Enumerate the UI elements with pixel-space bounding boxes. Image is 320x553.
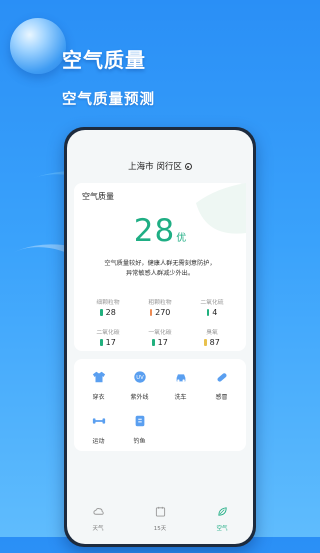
aqi-value: 28 bbox=[133, 213, 176, 249]
pollutant-item: 臭氧 87 bbox=[188, 327, 236, 347]
pollutant-value: 28 bbox=[105, 308, 116, 317]
fishing-icon bbox=[135, 415, 144, 427]
promo-subline: 空气质量预测 bbox=[62, 92, 155, 108]
level-bar bbox=[149, 309, 153, 316]
uv-icon: UV bbox=[133, 371, 146, 383]
advice-line: 异常敏感人群减少外出。 bbox=[125, 270, 195, 277]
pollutant-name: 二氧化硫 bbox=[200, 300, 224, 306]
clothes-icon bbox=[92, 371, 105, 383]
bottom-tab-bar: 天气 15天 空气 bbox=[67, 502, 253, 532]
pollutant-grid: 细颗粒物 28 粗颗粒物 270 二氧化硫 4 二氧化碳 17 一氧化碳 17 … bbox=[84, 297, 236, 347]
card-title: 空气质量 bbox=[82, 192, 114, 201]
life-item-label: 紫外线 bbox=[130, 394, 149, 401]
pollutant-item: 二氧化硫 4 bbox=[188, 297, 236, 317]
aqi-level: 优 bbox=[176, 233, 187, 244]
location-label: 上海市 闵行区 bbox=[128, 162, 182, 172]
life-item-sport[interactable]: 运动 bbox=[78, 413, 119, 445]
level-bar bbox=[100, 339, 103, 346]
life-item-label: 运动 bbox=[92, 438, 105, 445]
pollutant-value: 270 bbox=[155, 308, 171, 317]
life-index-grid: 穿衣 UV 紫外线 洗车 感冒 运动 钓鱼 bbox=[78, 369, 242, 445]
pollutant-item: 二氧化碳 17 bbox=[84, 327, 132, 347]
air-quality-card: 空气质量 28优 空气质量较好，健康人群无需刻意防护， 异常敏感人群减少外出。 … bbox=[74, 183, 246, 351]
location-target-icon[interactable] bbox=[184, 163, 192, 170]
pill-icon bbox=[216, 373, 227, 382]
life-item-label: 洗车 bbox=[174, 394, 187, 401]
location-header[interactable]: 上海市 闵行区 bbox=[67, 160, 253, 172]
health-advice: 空气质量较好，健康人群无需刻意防护， 异常敏感人群减少外出。 bbox=[88, 259, 232, 279]
weather-icon bbox=[92, 508, 104, 515]
tab-weather[interactable]: 天气 bbox=[67, 502, 129, 532]
life-item-clothing[interactable]: 穿衣 bbox=[78, 369, 119, 401]
tab-label: 天气 bbox=[92, 526, 104, 532]
pollutant-value: 4 bbox=[212, 308, 218, 317]
life-index-card: 穿衣 UV 紫外线 洗车 感冒 运动 钓鱼 bbox=[74, 359, 246, 451]
pollutant-name: 臭氧 bbox=[206, 330, 218, 336]
life-item-label: 穿衣 bbox=[92, 394, 105, 401]
advice-line: 空气质量较好，健康人群无需刻意防护， bbox=[104, 260, 216, 267]
life-item-cold[interactable]: 感冒 bbox=[201, 369, 242, 401]
level-bar bbox=[152, 339, 155, 346]
pollutant-name: 细颗粒物 bbox=[96, 300, 120, 306]
pollutant-value: 17 bbox=[105, 338, 116, 347]
tab-label: 空气 bbox=[216, 526, 228, 532]
car-wash-icon bbox=[176, 374, 185, 382]
air-leaf-icon bbox=[217, 507, 227, 516]
decorative-sphere bbox=[10, 18, 66, 74]
tab-15-days[interactable]: 15天 bbox=[129, 502, 191, 532]
pollutant-name: 粗颗粒物 bbox=[148, 300, 172, 306]
pollutant-name: 二氧化碳 bbox=[96, 330, 120, 336]
life-item-uv[interactable]: UV 紫外线 bbox=[119, 369, 160, 401]
aqi-display: 28优 bbox=[74, 213, 246, 249]
tab-air[interactable]: 空气 bbox=[191, 502, 253, 532]
dumbbell-icon bbox=[92, 418, 105, 424]
tab-label: 15天 bbox=[153, 526, 167, 532]
pollutant-item: 粗颗粒物 270 bbox=[136, 297, 184, 317]
pollutant-name: 一氧化碳 bbox=[148, 330, 172, 336]
level-bar bbox=[206, 309, 210, 316]
svg-text:UV: UV bbox=[136, 375, 144, 381]
life-item-car-wash[interactable]: 洗车 bbox=[160, 369, 201, 401]
life-item-label: 感冒 bbox=[215, 394, 228, 401]
pollutant-value: 87 bbox=[209, 338, 220, 347]
calendar-icon bbox=[155, 506, 165, 517]
life-item-fishing[interactable]: 钓鱼 bbox=[119, 413, 160, 445]
level-bar bbox=[204, 339, 207, 346]
level-bar bbox=[100, 309, 103, 316]
phone-frame: 上海市 闵行区 空气质量 28优 空气质量较好，健康人群无需刻意防护， 异常敏感… bbox=[64, 127, 256, 547]
pollutant-value: 17 bbox=[157, 338, 168, 347]
promo-headline: 空气质量 bbox=[62, 48, 146, 72]
life-item-label: 钓鱼 bbox=[133, 438, 146, 445]
pollutant-item: 细颗粒物 28 bbox=[84, 297, 132, 317]
app-screen: 上海市 闵行区 空气质量 28优 空气质量较好，健康人群无需刻意防护， 异常敏感… bbox=[67, 130, 253, 544]
pollutant-item: 一氧化碳 17 bbox=[136, 327, 184, 347]
